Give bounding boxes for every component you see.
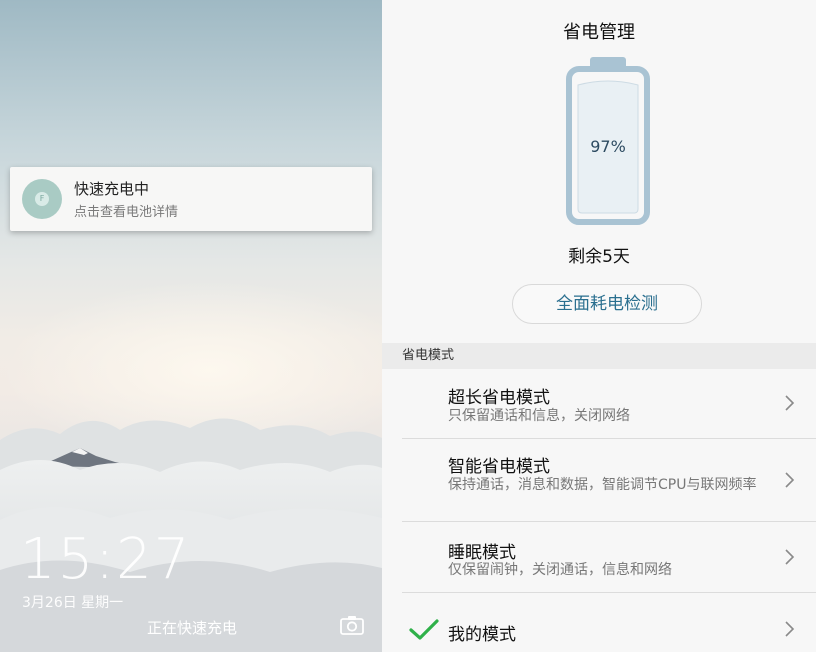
cloud-landscape [0,418,382,652]
mode-description: 仅保留闹钟，关闭通话，信息和网络 [448,562,672,578]
mode-title: 智能省电模式 [448,457,550,477]
mode-item-my-mode[interactable]: 我的模式 [382,593,816,652]
chevron-right-icon [785,395,795,411]
chevron-right-icon [785,621,795,637]
mode-description: 只保留通话和信息，关闭网络 [448,408,630,424]
page-title: 省电管理 [563,22,635,43]
lock-date: 3月26日 星期一 [22,595,124,611]
mode-item-smart-saver[interactable]: 智能省电模式 保持通话，消息和数据，智能调节CPU与联网频率 [382,439,816,522]
chevron-right-icon [785,549,795,565]
notification-subtitle: 点击查看电池详情 [74,205,179,220]
mode-title: 睡眠模式 [448,543,516,563]
mode-item-sleep[interactable]: 睡眠模式 仅保留闹钟，关闭通话，信息和网络 [382,522,816,592]
mode-description: 保持通话，消息和数据，智能调节CPU与联网频率 [448,477,757,493]
charging-status: 正在快速充电 [147,619,238,637]
mode-title: 我的模式 [448,625,516,645]
section-header: 省电模式 [382,343,816,369]
chevron-right-icon [785,472,795,488]
checkmark-icon [409,619,439,640]
mode-item-ultra-saver[interactable]: 超长省电模式 只保留通话和信息，关闭网络 [382,369,816,439]
charging-icon-glyph: F [35,192,49,206]
remaining-time: 剩余5天 [568,247,630,267]
full-power-check-button[interactable]: 全面耗电检测 [512,284,702,324]
charging-notification[interactable]: F 快速充电中 点击查看电池详情 [10,167,372,231]
lock-screen: F 快速充电中 点击查看电池详情 15:27 3月26日 星期一 正在快速充电 [0,0,382,652]
power-management-panel: 省电管理 97% 剩余5天 全面耗电检测 省电模式 超长省电模式 只保留通话和信… [382,0,816,652]
lock-clock: 15:27 [20,527,192,592]
charging-icon: F [22,179,62,219]
notification-title: 快速充电中 [74,180,150,198]
mode-title: 超长省电模式 [448,388,550,408]
battery-percentage: 97% [590,137,626,156]
camera-icon[interactable] [340,614,364,636]
